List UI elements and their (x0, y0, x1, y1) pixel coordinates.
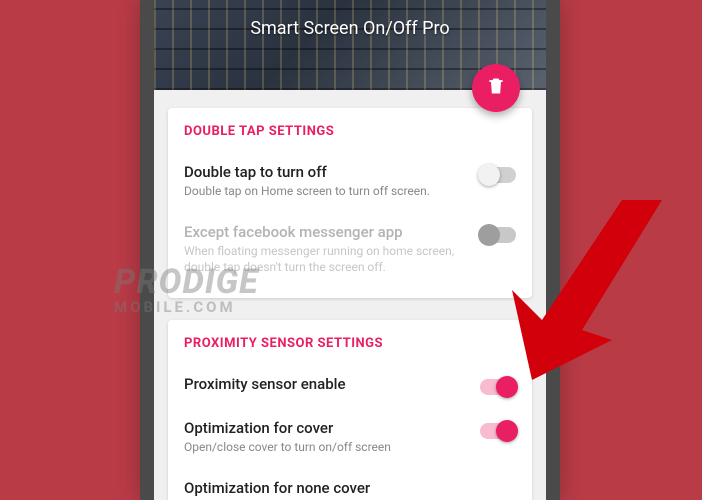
row-double-tap-off[interactable]: Double tap to turn off Double tap on Hom… (184, 153, 516, 213)
row-sub: When floating messenger running on home … (184, 243, 470, 275)
app-title: Smart Screen On/Off Pro (154, 18, 546, 39)
trash-icon (486, 76, 506, 100)
row-title: Optimization for cover (184, 419, 470, 437)
row-title: Double tap to turn off (184, 163, 470, 181)
toggle-double-tap-off[interactable] (480, 167, 516, 183)
delete-fab[interactable] (472, 64, 520, 112)
content-scroll[interactable]: DOUBLE TAP SETTINGS Double tap to turn o… (154, 90, 546, 500)
row-sub: Double tap on Home screen to turn off sc… (184, 183, 470, 199)
toggle-opt-cover[interactable] (480, 423, 516, 439)
phone-frame: Smart Screen On/Off Pro DOUBLE TAP SETTI… (140, 0, 560, 500)
toggle-proximity-enable[interactable] (480, 379, 516, 395)
row-proximity-enable[interactable]: Proximity sensor enable (184, 365, 516, 409)
row-title: Proximity sensor enable (184, 375, 470, 393)
row-title: Optimization for none cover (184, 479, 516, 497)
card-double-tap: DOUBLE TAP SETTINGS Double tap to turn o… (168, 108, 532, 298)
app-header: Smart Screen On/Off Pro (154, 0, 546, 90)
row-sub: Open/close cover to turn on/off screen (184, 439, 470, 455)
row-title: Except facebook messenger app (184, 223, 470, 241)
row-except-messenger: Except facebook messenger app When float… (184, 213, 516, 289)
section-title-doubletap: DOUBLE TAP SETTINGS (184, 124, 516, 139)
toggle-except-messenger (480, 227, 516, 243)
section-title-proximity: PROXIMITY SENSOR SETTINGS (184, 336, 516, 351)
row-opt-none-cover[interactable]: Optimization for none cover (184, 469, 516, 500)
card-proximity: PROXIMITY SENSOR SETTINGS Proximity sens… (168, 320, 532, 500)
row-opt-cover[interactable]: Optimization for cover Open/close cover … (184, 409, 516, 469)
